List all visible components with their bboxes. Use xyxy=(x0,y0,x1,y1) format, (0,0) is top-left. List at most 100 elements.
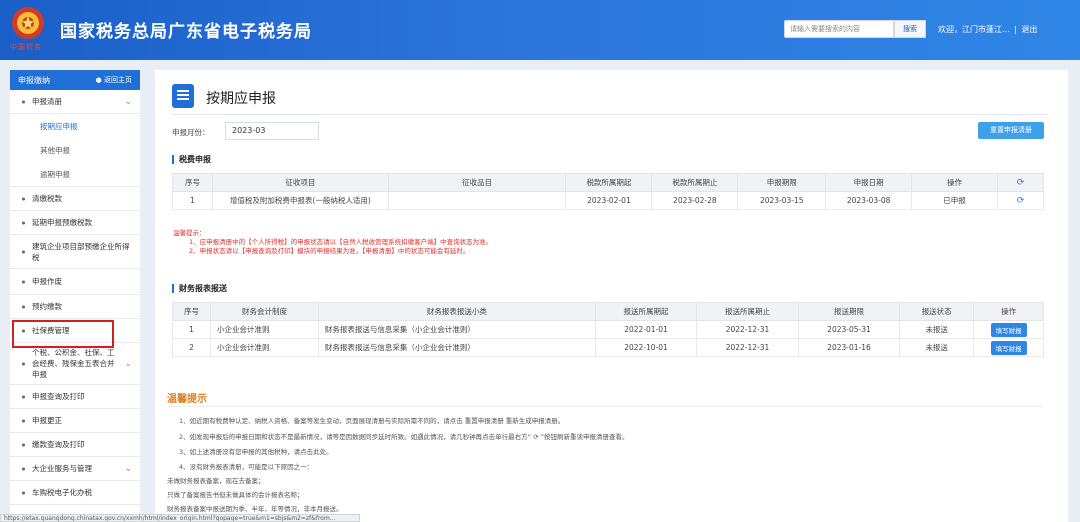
sidebar-item-periodic-declaration[interactable]: 按期应申报 xyxy=(10,114,140,138)
cell: 财务报表报送与信息采集（小企业会计准则） xyxy=(317,338,596,357)
sidebar-item-payment-query[interactable]: 缴款查询及打印 xyxy=(10,433,140,457)
cell: 填写财报 xyxy=(973,338,1044,357)
col-header: 征收项目 xyxy=(211,173,389,192)
search-input[interactable]: 请输入需要搜索的内容 xyxy=(784,20,894,38)
tax-section-title: 税费申报 xyxy=(172,155,211,164)
sidebar: 申报缴纳 ● 返回主页 申报清册 ⌄ 按期应申报 其他申报 逾期申报 清缴税款 延… xyxy=(10,70,140,522)
cell: 2023-02-28 xyxy=(651,191,739,210)
cell: 小企业会计准则 xyxy=(210,320,319,339)
sidebar-item-five-in-one[interactable]: 个税、公积金、社保、工会经费、残保金五表合并申报 ⌄ xyxy=(10,343,140,385)
col-header: 报送期限 xyxy=(797,302,901,321)
col-header: 财务报表报送小类 xyxy=(317,302,596,321)
sidebar-head-label: 申报缴纳 xyxy=(18,75,50,85)
cell: 1 xyxy=(172,191,213,210)
col-header: 操作 xyxy=(973,302,1044,321)
logout-link[interactable]: 退出 xyxy=(1021,25,1037,34)
user-greeting[interactable]: 欢迎，江门市蓬江... xyxy=(938,25,1010,34)
col-header: 报送所属期止 xyxy=(696,302,799,321)
col-header: 税款所属期止 xyxy=(651,173,739,192)
tip-line[interactable]: 未做财务报表备案，现在去备案； xyxy=(167,475,265,485)
col-header: 报送所属期起 xyxy=(594,302,698,321)
tip-line: 只做了备案报告书但未做具体的会计报表名称； xyxy=(167,491,304,499)
main-panel: 按期应申报 申报月份： 2023-03 重置申报清册 税费申报 序号 征收项目 … xyxy=(155,70,1068,522)
col-header: 序号 xyxy=(172,173,213,192)
emblem-text: 中国税务 xyxy=(10,43,42,51)
sidebar-item-tax-clearance[interactable]: 清缴税款 xyxy=(10,187,140,211)
separator: | xyxy=(1014,25,1017,34)
chevron-down-icon: ⌄ xyxy=(124,463,132,474)
cell: 2022-01-01 xyxy=(594,320,698,339)
sidebar-item-vehicle-tax[interactable]: 车购税电子化办税 xyxy=(10,481,140,505)
fill-report-button[interactable]: 填写财报 xyxy=(990,340,1027,355)
col-header: 申报期限 xyxy=(737,173,827,192)
table-row: 1 增值税及附加税费申报表(一般纳税人适用) 2023-02-01 2023-0… xyxy=(172,191,1044,210)
financial-table: 序号 财务会计制度 财务报表报送小类 报送所属期起 报送所属期止 报送期限 报送… xyxy=(171,302,1044,357)
tax-emblem-icon xyxy=(12,7,44,39)
tips-divider xyxy=(167,406,1043,407)
sidebar-item-declaration-void[interactable]: 申报作废 xyxy=(10,269,140,295)
cell: 2023-01-16 xyxy=(797,338,901,357)
red-highlight-frame xyxy=(12,320,114,348)
sidebar-item-scheduled-payment[interactable]: 预约缴款 xyxy=(10,295,140,319)
table-row: 2 小企业会计准则 财务报表报送与信息采集（小企业会计准则） 2022-10-0… xyxy=(171,338,1044,357)
cell: 2023-05-31 xyxy=(797,320,901,339)
month-label: 申报月份： xyxy=(172,128,210,137)
cell: 2022-12-31 xyxy=(696,320,799,339)
site-title: 国家税务总局广东省电子税务局 xyxy=(60,22,312,42)
col-header: 征收品目 xyxy=(387,173,567,192)
refresh-row-icon[interactable]: ⟳ xyxy=(997,191,1044,210)
fill-report-button[interactable]: 填写财报 xyxy=(990,322,1027,337)
browser-status-url: https://etax.guangdong.chinatax.gov.cn/x… xyxy=(0,514,360,522)
refresh-all-icon[interactable]: ⟳ xyxy=(997,173,1044,192)
tip-line: 4、没有财务报表清册，可能是以下原因之一： xyxy=(179,463,314,471)
tip-line[interactable]: 3、如上述清册没有您申报的其他税种，请点击此处。 xyxy=(179,446,333,456)
sidebar-item-correction[interactable]: 申报更正 xyxy=(10,409,140,433)
col-header: 操作 xyxy=(911,173,998,192)
fin-section-title: 财务报表报送 xyxy=(172,284,227,293)
tip-line: 1、如近期有税费种认定、纳税人资格、备案等发生变动，页面展现清册与实际所需不同的… xyxy=(179,417,565,425)
warn-line: 2、申报状态请以【申报查询及打印】模块的申报结果为准，【申报清册】中的状态可能会… xyxy=(189,247,470,255)
document-icon xyxy=(172,84,194,108)
sidebar-item-large-enterprise[interactable]: 大企业服务与管理 ⌄ xyxy=(10,457,140,481)
tax-table: 序号 征收项目 征收品目 税款所属期起 税款所属期止 申报期限 申报日期 操作 … xyxy=(172,173,1044,210)
sidebar-item-query-print[interactable]: 申报查询及打印 xyxy=(10,385,140,409)
page-title: 按期应申报 xyxy=(206,91,276,107)
col-header: 税款所属期起 xyxy=(565,173,653,192)
tips-title: 温馨提示 xyxy=(167,394,207,405)
back-home-link[interactable]: ● 返回主页 xyxy=(96,75,132,85)
sidebar-item-overdue-declaration[interactable]: 逾期申报 xyxy=(10,162,140,187)
sidebar-item-construction-prepay[interactable]: 建筑企业项目部预缴企业所得税 xyxy=(10,235,140,269)
col-header: 报送状态 xyxy=(899,302,975,321)
col-header: 序号 xyxy=(171,302,212,321)
cell: 2 xyxy=(171,338,212,357)
table-row: 1 小企业会计准则 财务报表报送与信息采集（小企业会计准则） 2022-01-0… xyxy=(171,320,1044,339)
reset-list-button[interactable]: 重置申报清册 xyxy=(978,122,1044,139)
sidebar-item-deferred-payment[interactable]: 延期申报预缴税款 xyxy=(10,211,140,235)
status-cell: 已申报 xyxy=(911,191,998,210)
cell: 2023-02-01 xyxy=(565,191,653,210)
sidebar-item-declaration-list[interactable]: 申报清册 ⌄ xyxy=(10,90,140,114)
tip-line: 2、如发现申报后的申报日期和状态不是最新情况，请等是因数据同步延时所致。如遇此情… xyxy=(179,433,629,441)
cell: 2023-03-08 xyxy=(825,191,913,210)
sidebar-header: 申报缴纳 ● 返回主页 xyxy=(10,70,140,90)
col-header: 财务会计制度 xyxy=(210,302,319,321)
cell: 填写财报 xyxy=(973,320,1044,339)
col-header: 申报日期 xyxy=(825,173,913,192)
cell: 小企业会计准则 xyxy=(210,338,319,357)
search-button[interactable]: 搜索 xyxy=(894,20,926,38)
user-area: 欢迎，江门市蓬江... | 退出 xyxy=(936,24,1037,35)
status-cell: 未报送 xyxy=(899,320,975,339)
status-cell: 未报送 xyxy=(899,338,975,357)
cell: 财务报表报送与信息采集（小企业会计准则） xyxy=(317,320,596,339)
cell: 2023-03-15 xyxy=(737,191,827,210)
cell xyxy=(387,191,567,210)
sidebar-item-other-declaration[interactable]: 其他申报 xyxy=(10,138,140,162)
month-field[interactable]: 2023-03 xyxy=(225,122,319,140)
tip-line: 财务报表备案中报送期为季、半年、年等情况，非本月报送。 xyxy=(167,505,343,513)
top-header: 中国税务 国家税务总局广东省电子税务局 请输入需要搜索的内容 搜索 欢迎，江门市… xyxy=(0,0,1080,60)
cell: 1 xyxy=(171,320,212,339)
cell: 2022-10-01 xyxy=(594,338,698,357)
chevron-down-icon: ⌄ xyxy=(124,358,132,369)
title-divider xyxy=(172,114,1048,115)
cell: 增值税及附加税费申报表(一般纳税人适用) xyxy=(211,191,389,210)
